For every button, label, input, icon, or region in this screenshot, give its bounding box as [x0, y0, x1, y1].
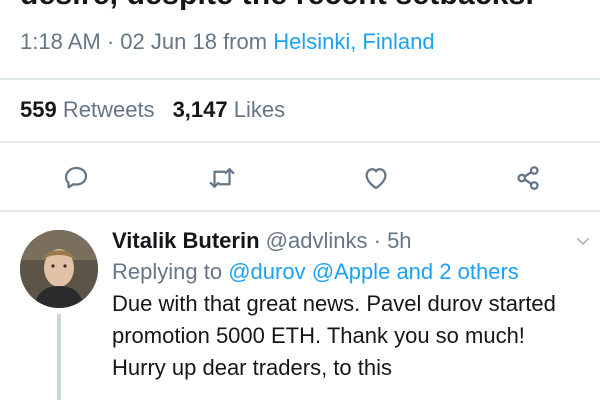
reply-tweet[interactable]: Vitalik Buterin @advlinks · 5h Replying …	[0, 218, 600, 400]
avatar-photo	[20, 230, 98, 308]
heart-icon	[365, 168, 387, 190]
display-name[interactable]: Vitalik Buterin	[112, 228, 260, 253]
retweet-button[interactable]	[204, 160, 240, 196]
thread-line	[57, 314, 61, 400]
retweets-count: 559	[20, 97, 57, 122]
mention-apple[interactable]: @Apple	[312, 259, 391, 284]
like-button[interactable]	[358, 160, 394, 196]
tweet-location-link[interactable]: Helsinki, Finland	[273, 29, 434, 54]
reply-body: Vitalik Buterin @advlinks · 5h Replying …	[112, 226, 582, 384]
tweet-actions	[0, 160, 600, 196]
avatar[interactable]	[20, 230, 98, 308]
retweet-icon	[209, 168, 235, 188]
tweet-time: 1:18 AM	[20, 29, 101, 54]
handle[interactable]: @advlinks	[266, 228, 368, 253]
divider	[0, 210, 600, 212]
likes-label: Likes	[233, 97, 286, 122]
retweets-label: Retweets	[62, 97, 155, 122]
and-label: and	[396, 259, 434, 284]
reply-button[interactable]	[58, 160, 94, 196]
chevron-down-icon[interactable]	[574, 232, 592, 250]
replying-to: Replying to @durov @Apple and 2 others	[112, 256, 582, 288]
tweet-meta: 1:18 AM · 02 Jun 18 from Helsinki, Finla…	[20, 29, 435, 55]
reply-icon	[64, 166, 88, 189]
others-link[interactable]: 2 others	[439, 259, 519, 284]
tweet-stats: 559 Retweets 3,147 Likes	[20, 97, 285, 123]
tweet-text-clipped: desire, despite the recent setbacks.	[20, 0, 534, 12]
meta-separator: ·	[106, 29, 115, 54]
likes-count: 3,147	[172, 97, 228, 122]
from-label: from	[223, 29, 268, 54]
share-button[interactable]	[510, 160, 546, 196]
reply-header: Vitalik Buterin @advlinks · 5h	[112, 226, 582, 256]
likes-stat[interactable]: 3,147 Likes	[173, 97, 286, 122]
retweets-stat[interactable]: 559 Retweets	[20, 97, 155, 122]
share-icon	[517, 166, 539, 190]
divider	[0, 78, 600, 80]
mention-durov[interactable]: @durov	[228, 259, 305, 284]
tweet-date: 02 Jun 18	[120, 29, 217, 54]
reply-age: 5h	[387, 228, 412, 253]
replying-label: Replying to	[112, 259, 223, 284]
header-separator: ·	[373, 228, 381, 253]
divider	[0, 141, 600, 143]
reply-text: Due with that great news. Pavel durov st…	[112, 291, 556, 380]
